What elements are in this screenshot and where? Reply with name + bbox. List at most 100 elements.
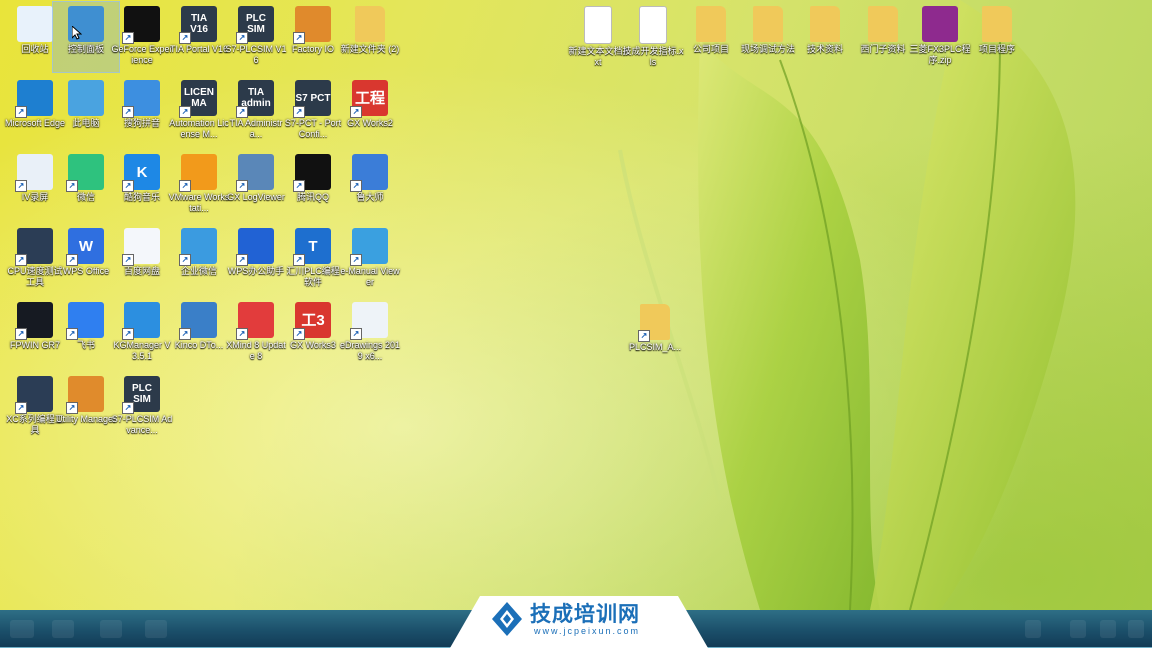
wps-office-icon: W ↗	[66, 228, 104, 266]
shortcut-arrow-icon: ↗	[236, 254, 248, 266]
shortcut-arrow-icon: ↗	[15, 106, 27, 118]
shortcut-arrow-icon: ↗	[638, 330, 650, 342]
shortcut-arrow-icon: ↗	[15, 180, 27, 192]
recycle-bin-icon	[17, 6, 53, 42]
screen-recorder-icon: ↗	[15, 154, 53, 192]
shortcut-arrow-icon: ↗	[236, 106, 248, 118]
shortcut-arrow-icon: ↗	[15, 402, 27, 414]
shortcut-arrow-icon: ↗	[293, 328, 305, 340]
desktop-icon-label: e-Manual Viewer	[340, 266, 400, 287]
taskbar-app[interactable]	[100, 620, 122, 638]
folder-icon	[355, 6, 385, 42]
wechat-icon: ↗	[66, 154, 104, 192]
folder-doc-icon	[982, 6, 1012, 42]
wps-assistant-icon: ↗	[236, 228, 274, 266]
shortcut-arrow-icon: ↗	[66, 180, 78, 192]
desktop-icon-label: 鲁大师	[356, 192, 384, 202]
shortcut-arrow-icon: ↗	[179, 180, 191, 192]
start-button[interactable]	[10, 620, 34, 638]
kgmanager-icon: ↗	[122, 302, 160, 340]
shortcut-arrow-icon: ↗	[350, 254, 362, 266]
gx-works3-icon: 工3 ↗	[293, 302, 331, 340]
taskbar-app[interactable]	[145, 620, 167, 638]
shortcut-arrow-icon: ↗	[179, 254, 191, 266]
folder-doc-icon	[810, 6, 840, 42]
folder-icon	[696, 6, 726, 42]
desktop-icon-label: S7-PLCSIM Advance...	[111, 414, 173, 435]
tray-icon[interactable]	[1025, 620, 1041, 638]
shortcut-arrow-icon: ↗	[122, 32, 134, 44]
qq-icon: ↗	[293, 154, 331, 192]
folder-doc-icon	[868, 6, 898, 42]
vmware-icon: ↗	[179, 154, 217, 192]
shortcut-arrow-icon: ↗	[293, 32, 305, 44]
tray-icon[interactable]	[1100, 620, 1116, 638]
xmind-icon: ↗	[236, 302, 274, 340]
winrar-icon	[922, 6, 958, 42]
desktop-icon-label: PLCSIM_A...	[628, 342, 682, 352]
desktop-icon-label: eDrawings 2019 x6...	[339, 340, 401, 361]
desktop-icon[interactable]: 工程 ↗ GX Works2	[337, 76, 403, 146]
shortcut-arrow-icon: ↗	[15, 254, 27, 266]
tia-admin-icon: TIA admin ↗	[236, 80, 274, 118]
shortcut-arrow-icon: ↗	[236, 32, 248, 44]
shortcut-arrow-icon: ↗	[350, 328, 362, 340]
desktop-icon[interactable]: PLC SIM ↗ S7-PLCSIM Advance...	[109, 372, 175, 442]
desktop-icon[interactable]: ↗ e-Manual Viewer	[337, 224, 403, 294]
nvidia-icon: ↗	[122, 6, 160, 44]
desktop-icon[interactable]: 新建文件夹 (2)	[337, 2, 403, 72]
plcsim-icon: PLC SIM ↗	[236, 6, 274, 44]
license-manager-icon: LICEN MA ↗	[179, 80, 217, 118]
desktop-icon-label: 新建文件夹 (2)	[340, 44, 400, 54]
shortcut-arrow-icon: ↗	[350, 106, 362, 118]
jc-logo-icon	[492, 602, 522, 636]
xc-tool-icon: ↗	[15, 376, 53, 414]
taskbar-app[interactable]	[52, 620, 74, 638]
watermark-banner: 技成培训网 www.jcpeixun.com	[450, 596, 708, 648]
watermark-name: 技成培训网	[530, 602, 640, 626]
shortcut-arrow-icon: ↗	[66, 328, 78, 340]
tray-icon[interactable]	[1128, 620, 1144, 638]
shortcut-arrow-icon: ↗	[179, 328, 191, 340]
edge-icon: ↗	[15, 80, 53, 118]
desktop-icon[interactable]: 项目程序	[964, 2, 1030, 72]
desktop-icon-label: 技成开发指标.xls	[622, 46, 684, 67]
desktop-icon[interactable]: 技术资料	[792, 2, 858, 72]
folder-doc-icon	[753, 6, 783, 42]
utility-manager-icon: ↗	[66, 376, 104, 414]
desktop-icon-label: 技术资料	[806, 44, 843, 54]
kinco-icon: ↗	[179, 302, 217, 340]
desktop-icon[interactable]: ↗ 鲁大师	[337, 150, 403, 220]
s7-pct-icon: S7 PCT ↗	[293, 80, 331, 118]
computer-icon	[68, 80, 104, 116]
shortcut-arrow-icon: ↗	[179, 32, 191, 44]
fpwin-icon: ↗	[15, 302, 53, 340]
gx-works2-icon: 工程 ↗	[350, 80, 388, 118]
factory-io-icon: ↗	[293, 6, 331, 44]
shortcut-arrow-icon: ↗	[15, 328, 27, 340]
excel-file-icon	[639, 6, 667, 44]
kugou-icon: K ↗	[122, 154, 160, 192]
shortcut-arrow-icon: ↗	[236, 328, 248, 340]
text-file-icon	[584, 6, 612, 44]
watermark-url: www.jcpeixun.com	[534, 626, 641, 636]
shortcut-arrow-icon: ↗	[122, 402, 134, 414]
desktop-icon[interactable]: ↗ eDrawings 2019 x6...	[337, 298, 403, 368]
folder-file-icon: ↗	[638, 304, 670, 342]
shortcut-arrow-icon: ↗	[179, 106, 191, 118]
baidu-netdisk-icon: ↗	[122, 228, 160, 266]
shortcut-arrow-icon: ↗	[66, 254, 78, 266]
shortcut-arrow-icon: ↗	[122, 106, 134, 118]
tray-icon[interactable]	[1070, 620, 1086, 638]
desktop-icon[interactable]: 技成开发指标.xls	[620, 2, 686, 72]
shortcut-arrow-icon: ↗	[293, 180, 305, 192]
cpu-tool-icon: ↗	[15, 228, 53, 266]
ime-icon: ↗	[122, 80, 160, 118]
tia-portal-icon: TIA V16 ↗	[179, 6, 217, 44]
emanual-icon: ↗	[350, 228, 388, 266]
feishu-icon: ↗	[66, 302, 104, 340]
edrawings-icon: ↗	[350, 302, 388, 340]
desktop-icon[interactable]: ↗ PLCSIM_A...	[622, 300, 688, 370]
shortcut-arrow-icon: ↗	[293, 106, 305, 118]
gx-logviewer-icon: ↗	[236, 154, 274, 192]
